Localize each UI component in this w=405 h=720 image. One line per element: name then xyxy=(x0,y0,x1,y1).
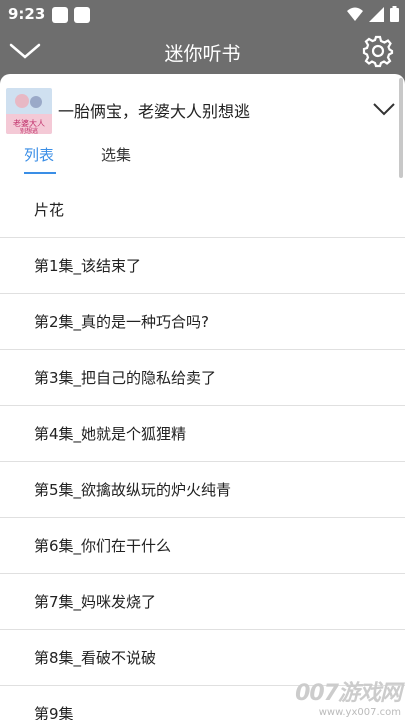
notification-icon-2 xyxy=(74,7,90,23)
list-item[interactable]: 第2集_真的是一种巧合吗? xyxy=(0,294,405,350)
watermark: 007游戏网 www.yx007.com xyxy=(295,675,402,718)
notification-icon xyxy=(52,7,68,23)
list-item[interactable]: 第4集_她就是个狐狸精 xyxy=(0,406,405,462)
episode-list: 片花 第1集_该结束了 第2集_真的是一种巧合吗? 第3集_把自己的隐私给卖了 … xyxy=(0,182,405,720)
gear-icon[interactable] xyxy=(361,34,395,68)
playlist-sheet: 老婆大人 别想逃 一胎俩宝，老婆大人别想逃 列表 选集 片花 第1集_该结束了 … xyxy=(0,74,405,720)
app-bar: 迷你听书 xyxy=(0,30,405,74)
tab-list[interactable]: 列表 xyxy=(24,144,54,165)
episode-title: 第4集_她就是个狐狸精 xyxy=(34,425,187,443)
tab-bar: 列表 选集 xyxy=(0,144,405,176)
list-item[interactable]: 第5集_欲擒故纵玩的炉火纯青 xyxy=(0,462,405,518)
scrollbar[interactable] xyxy=(399,78,403,178)
book-header: 老婆大人 别想逃 一胎俩宝，老婆大人别想逃 xyxy=(0,74,405,144)
signal-icon xyxy=(369,6,384,22)
svg-text:别想逃: 别想逃 xyxy=(20,127,38,134)
list-item[interactable]: 第6集_你们在干什么 xyxy=(0,518,405,574)
wifi-icon xyxy=(347,7,363,21)
episode-title: 第6集_你们在干什么 xyxy=(34,537,172,555)
list-item[interactable]: 第1集_该结束了 xyxy=(0,238,405,294)
episode-title: 片花 xyxy=(34,201,65,219)
list-item[interactable]: 第3集_把自己的隐私给卖了 xyxy=(0,350,405,406)
watermark-logo: 007游戏网 xyxy=(295,681,402,706)
list-item[interactable]: 片花 xyxy=(0,182,405,238)
book-title: 一胎俩宝，老婆大人别想逃 xyxy=(58,102,251,121)
tab-indicator xyxy=(24,172,56,174)
episode-title: 第1集_该结束了 xyxy=(34,257,142,275)
book-cover[interactable]: 老婆大人 别想逃 xyxy=(6,88,52,134)
svg-text:老婆大人: 老婆大人 xyxy=(13,118,45,128)
episode-title: 第5集_欲擒故纵玩的炉火纯青 xyxy=(34,481,232,499)
tab-episodes[interactable]: 选集 xyxy=(101,144,131,165)
status-bar: 9:23 xyxy=(0,0,405,30)
episode-title: 第2集_真的是一种巧合吗? xyxy=(34,313,210,331)
episode-title: 第8集_看破不说破 xyxy=(34,649,157,667)
episode-title: 第9集_ xyxy=(34,705,82,720)
status-time: 9:23 xyxy=(8,5,46,23)
app-title: 迷你听书 xyxy=(164,43,241,65)
episode-title: 第3集_把自己的隐私给卖了 xyxy=(34,369,217,387)
list-item[interactable]: 第7集_妈咪发烧了 xyxy=(0,574,405,630)
battery-icon xyxy=(390,6,399,22)
chevron-down-icon[interactable] xyxy=(373,102,395,116)
watermark-url: www.yx007.com xyxy=(318,707,401,718)
episode-title: 第7集_妈咪发烧了 xyxy=(34,593,157,611)
